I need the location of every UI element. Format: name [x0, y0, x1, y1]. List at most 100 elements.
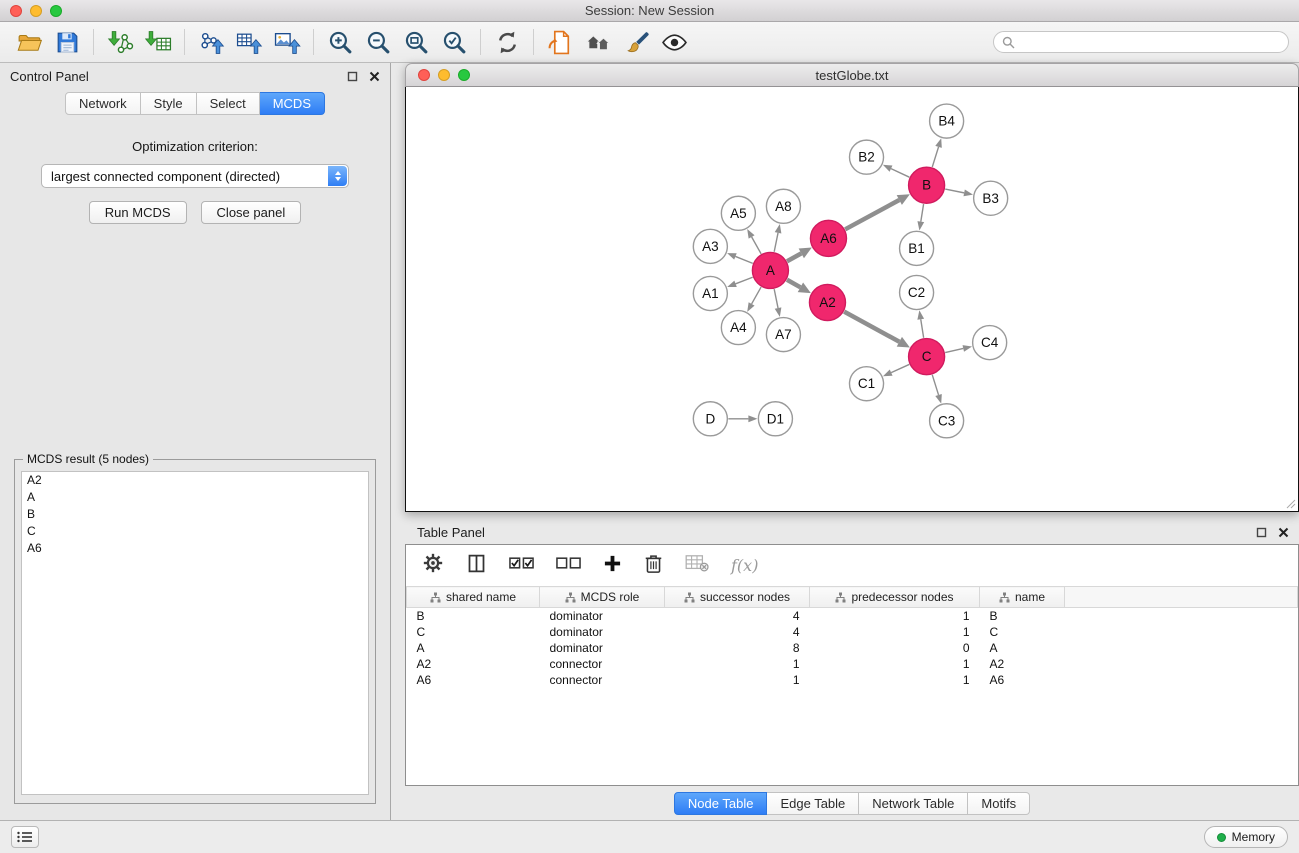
table-cell[interactable]: A6 — [980, 672, 1065, 688]
column-header-predecessor-nodes[interactable]: predecessor nodes — [810, 587, 980, 608]
table-cell[interactable]: 4 — [665, 624, 810, 640]
table-cell[interactable]: A6 — [407, 672, 540, 688]
table-tab-node-table[interactable]: Node Table — [674, 792, 768, 815]
export-image-button[interactable] — [268, 24, 306, 60]
table-settings-button[interactable] — [422, 552, 444, 579]
close-table-panel-icon[interactable] — [1278, 527, 1289, 538]
graph-edge-C-C1[interactable] — [891, 364, 909, 372]
control-tab-mcds[interactable]: MCDS — [260, 92, 325, 115]
table-cell[interactable]: 0 — [810, 640, 980, 656]
graphics-details-button[interactable] — [617, 24, 655, 60]
graph-edge-A2-C[interactable] — [844, 312, 899, 342]
graph-edge-B-B2[interactable] — [891, 169, 909, 178]
mcds-result-item[interactable]: A2 — [22, 472, 368, 489]
node-table-area[interactable]: shared nameMCDS rolesuccessor nodesprede… — [406, 586, 1298, 785]
table-row[interactable]: Cdominator41C — [407, 624, 1298, 640]
table-cell[interactable]: 1 — [810, 624, 980, 640]
graph-edge-A-A8[interactable] — [774, 233, 778, 252]
table-cell[interactable]: A — [407, 640, 540, 656]
mcds-result-item[interactable]: B — [22, 506, 368, 523]
graph-edge-A-A3[interactable] — [735, 256, 752, 263]
float-panel-icon[interactable] — [347, 71, 358, 82]
table-cell[interactable]: C — [980, 624, 1065, 640]
table-cell[interactable]: dominator — [540, 640, 665, 656]
mcds-result-item[interactable]: A6 — [22, 540, 368, 557]
memory-button[interactable]: Memory — [1204, 826, 1288, 848]
graph-edge-A-A2[interactable] — [787, 280, 800, 288]
network-graph[interactable]: B4B2BB3A5A8A6B1A3AC2A1A2A4A7C4CC1C3DD1 — [406, 87, 1298, 511]
table-cell[interactable]: C — [407, 624, 540, 640]
save-session-button[interactable] — [48, 24, 86, 60]
minimize-network-window-button[interactable] — [438, 69, 450, 81]
network-canvas[interactable]: B4B2BB3A5A8A6B1A3AC2A1A2A4A7C4CC1C3DD1 — [405, 87, 1299, 512]
open-session-button[interactable] — [10, 24, 48, 60]
minimize-window-button[interactable] — [30, 5, 42, 17]
graph-edge-A6-B[interactable] — [845, 200, 899, 229]
refresh-view-button[interactable] — [488, 24, 526, 60]
function-builder-button[interactable]: f(x) — [731, 556, 758, 575]
table-cell[interactable]: dominator — [540, 608, 665, 624]
table-cell[interactable]: 1 — [665, 672, 810, 688]
mcds-result-item[interactable]: A — [22, 489, 368, 506]
show-network-overview-button[interactable] — [579, 24, 617, 60]
graph-edge-A-A6[interactable] — [787, 253, 801, 261]
select-all-button[interactable] — [509, 555, 534, 576]
maximize-network-window-button[interactable] — [458, 69, 470, 81]
graph-edge-A-A4[interactable] — [752, 287, 761, 304]
run-mcds-button[interactable]: Run MCDS — [89, 201, 187, 224]
table-cell[interactable]: 4 — [665, 608, 810, 624]
table-row[interactable]: A6connector11A6 — [407, 672, 1298, 688]
close-network-window-button[interactable] — [418, 69, 430, 81]
graph-edge-C-C4[interactable] — [945, 348, 963, 352]
graph-edge-B-B4[interactable] — [932, 147, 938, 167]
network-window-titlebar[interactable]: testGlobe.txt — [405, 63, 1299, 87]
show-columns-button[interactable] — [466, 553, 487, 579]
control-tab-network[interactable]: Network — [65, 92, 141, 115]
table-tab-network-table[interactable]: Network Table — [859, 792, 968, 815]
table-row[interactable]: Bdominator41B — [407, 608, 1298, 624]
delete-column-button[interactable] — [644, 553, 663, 579]
graph-edge-A-A5[interactable] — [752, 237, 761, 254]
zoom-fit-button[interactable] — [397, 24, 435, 60]
table-row[interactable]: Adominator80A — [407, 640, 1298, 656]
import-network-button[interactable] — [101, 24, 139, 60]
graph-edge-C-C3[interactable] — [932, 375, 938, 395]
control-tab-style[interactable]: Style — [141, 92, 197, 115]
table-cell[interactable]: A2 — [980, 656, 1065, 672]
open-recent-button[interactable] — [541, 24, 579, 60]
mcds-result-item[interactable]: C — [22, 523, 368, 540]
graph-edge-A-A7[interactable] — [774, 289, 778, 308]
table-tab-motifs[interactable]: Motifs — [968, 792, 1030, 815]
column-header-shared-name[interactable]: shared name — [407, 587, 540, 608]
graph-edge-A-A1[interactable] — [736, 277, 753, 284]
table-cell[interactable]: 1 — [810, 672, 980, 688]
resize-handle[interactable] — [1286, 499, 1296, 509]
table-row[interactable]: A2connector11A2 — [407, 656, 1298, 672]
control-tab-select[interactable]: Select — [197, 92, 260, 115]
clear-selection-button[interactable] — [556, 555, 581, 576]
table-cell[interactable]: B — [980, 608, 1065, 624]
float-table-panel-icon[interactable] — [1256, 527, 1267, 538]
search-input[interactable] — [1020, 35, 1280, 49]
create-column-button[interactable] — [603, 554, 622, 578]
graph-edge-C-C2[interactable] — [921, 319, 924, 338]
close-panel-icon[interactable] — [369, 71, 380, 82]
graph-edge-B-B3[interactable] — [945, 189, 964, 193]
import-table-button[interactable] — [139, 24, 177, 60]
search-box[interactable] — [993, 31, 1289, 53]
close-panel-button[interactable]: Close panel — [201, 201, 302, 224]
mcds-result-list[interactable]: A2ABCA6 — [21, 471, 369, 795]
zoom-selected-button[interactable] — [435, 24, 473, 60]
table-cell[interactable]: A2 — [407, 656, 540, 672]
task-history-button[interactable] — [11, 826, 39, 848]
close-window-button[interactable] — [10, 5, 22, 17]
table-cell[interactable]: connector — [540, 656, 665, 672]
column-header-successor-nodes[interactable]: successor nodes — [665, 587, 810, 608]
zoom-in-button[interactable] — [321, 24, 359, 60]
table-cell[interactable]: connector — [540, 672, 665, 688]
table-cell[interactable]: 1 — [810, 656, 980, 672]
table-cell[interactable]: 1 — [665, 656, 810, 672]
table-cell[interactable]: A — [980, 640, 1065, 656]
maximize-window-button[interactable] — [50, 5, 62, 17]
table-cell[interactable]: 8 — [665, 640, 810, 656]
